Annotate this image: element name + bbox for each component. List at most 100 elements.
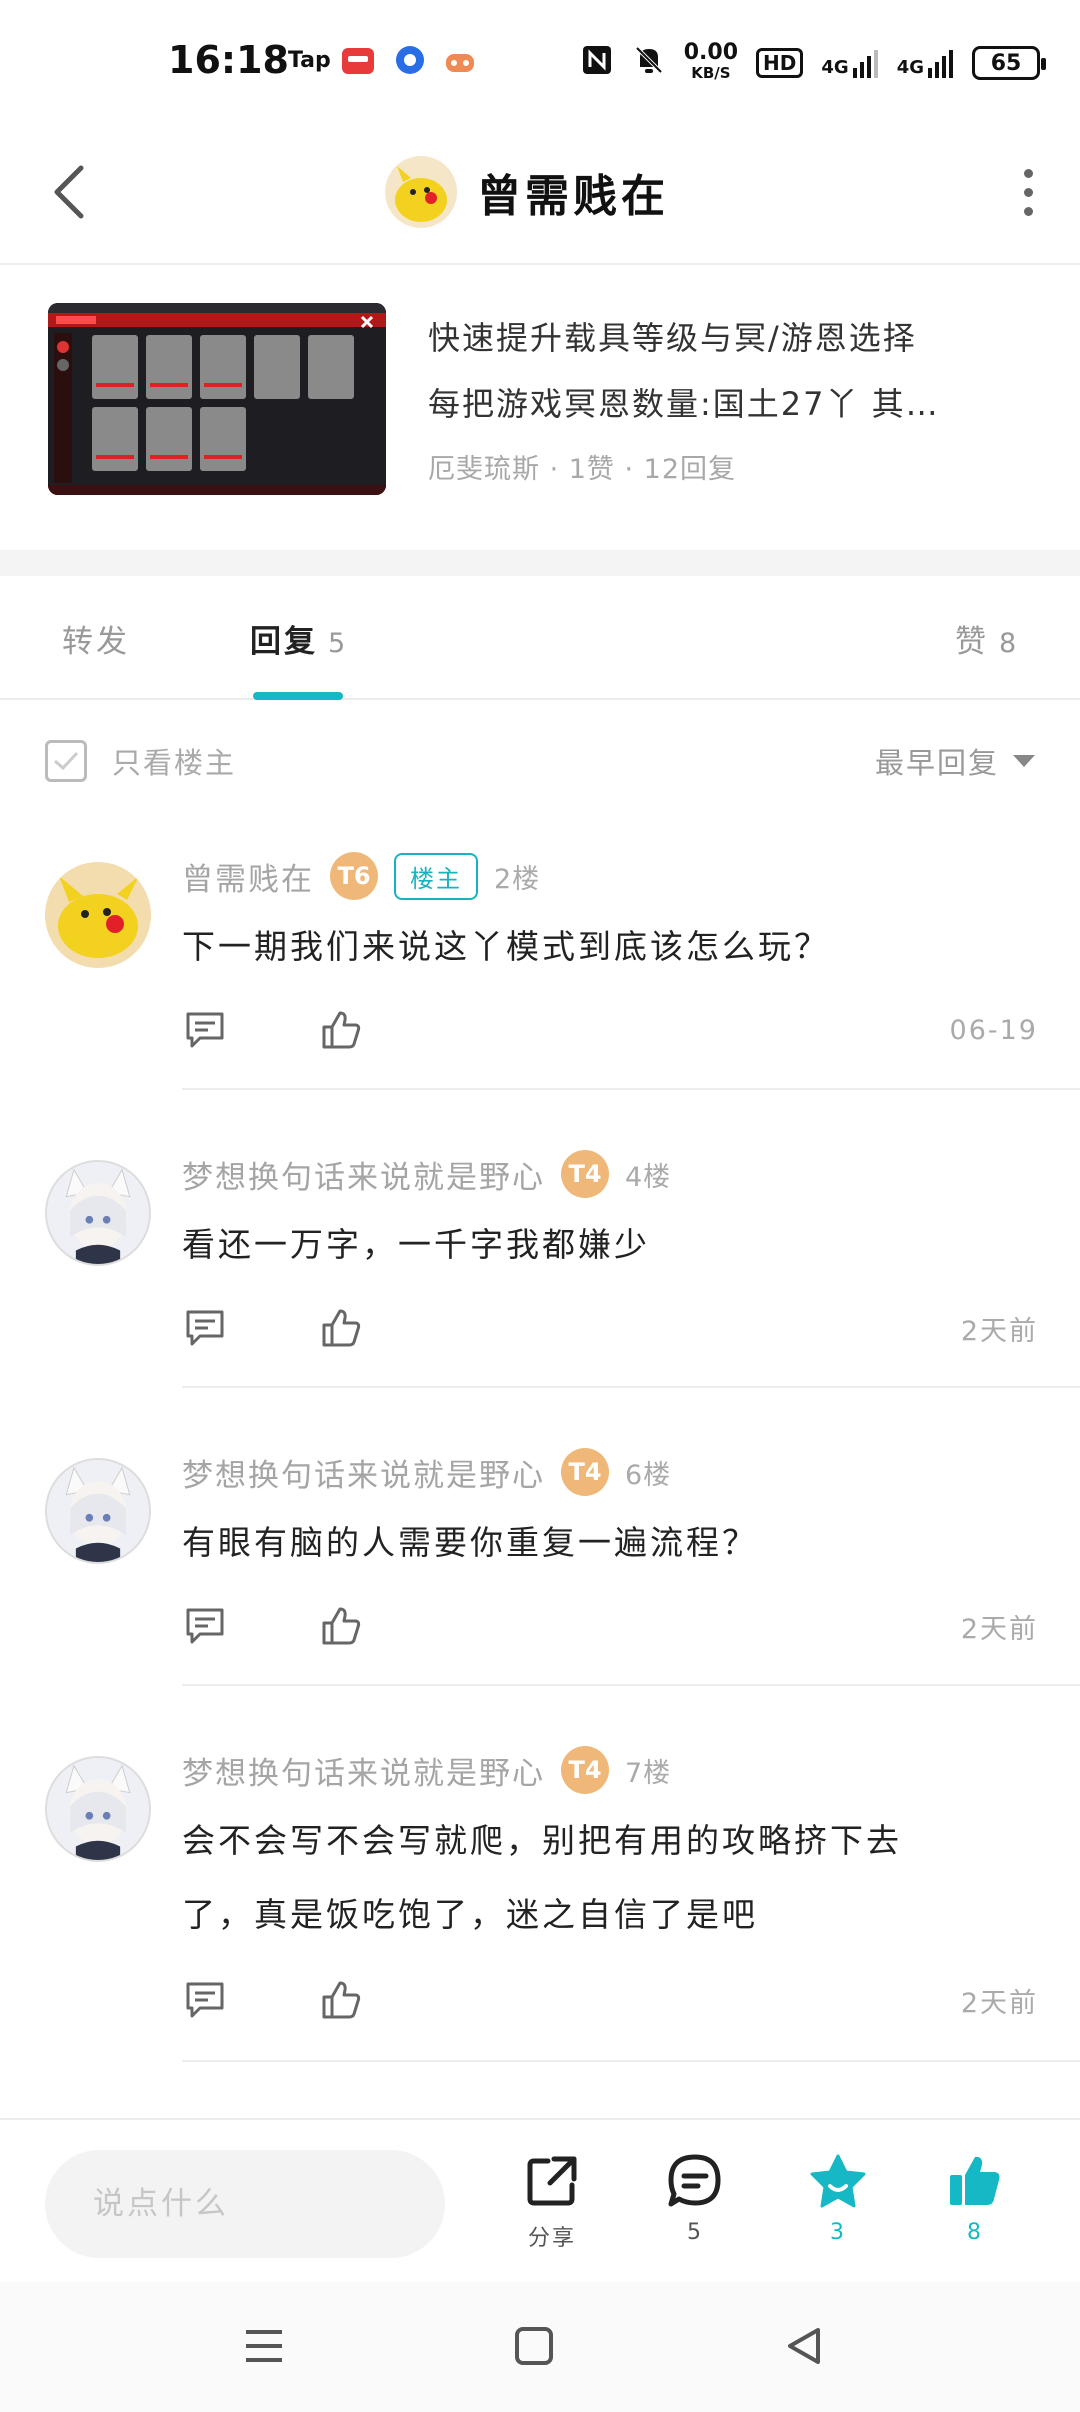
- comment-time: 06-19: [949, 1014, 1038, 1046]
- divider: [182, 1684, 1080, 1686]
- check-icon: [54, 751, 79, 771]
- sort-dropdown[interactable]: 最早回复: [875, 740, 1035, 782]
- back-nav-button[interactable]: [772, 2314, 836, 2378]
- recent-apps-button[interactable]: [232, 2314, 296, 2378]
- level-badge: T4: [561, 1448, 609, 1496]
- comments-button[interactable]: 5: [640, 2150, 750, 2260]
- commenter-name[interactable]: 梦想换句话来说就是野心: [182, 1450, 545, 1495]
- post-title-line-1: 快速提升载具等级与冥/游恩选择: [428, 319, 917, 357]
- tab-replies-label: 回复: [250, 624, 318, 660]
- favorite-button[interactable]: 3: [783, 2150, 893, 2260]
- only-owner-label[interactable]: 只看楼主: [112, 740, 236, 782]
- star-icon: [807, 2150, 869, 2212]
- chat-bubble-icon: [664, 2150, 726, 2212]
- comment-item: 梦想换句话来说就是野心 T4 4楼 看还一万字，一千字我都嫌少 2天前: [0, 1120, 1080, 1388]
- comment-header: 梦想换句话来说就是野心 T4 6楼: [182, 1448, 671, 1496]
- mute-icon: [632, 43, 666, 83]
- more-dot: [1023, 187, 1033, 197]
- signal-bars-icon: [928, 50, 953, 78]
- thumbs-up-icon: [322, 1981, 361, 2019]
- commenter-avatar[interactable]: [45, 1756, 151, 1862]
- post-meta: 厄斐琉斯 · 1赞 · 12回复: [428, 454, 737, 485]
- author-name[interactable]: 曾需贱在: [477, 160, 669, 224]
- battery-icon: 65: [972, 46, 1046, 80]
- only-owner-checkbox[interactable]: [45, 740, 87, 782]
- like-button[interactable]: [318, 1007, 364, 1053]
- post-title-line-2: 每把游戏冥恩数量:国土27丫 其…: [428, 385, 940, 423]
- hd-icon: HD: [756, 48, 804, 78]
- post-thumbnail[interactable]: [48, 303, 386, 495]
- reply-button[interactable]: [182, 1305, 228, 1351]
- thumbs-up-filled-icon: [944, 2150, 1006, 2212]
- author-avatar[interactable]: [385, 156, 457, 228]
- commenter-avatar[interactable]: [45, 862, 151, 968]
- comment-item: 曾需贱在 T6 楼主 2楼 下一期我们来说这丫模式到底该怎么玩？ 06-19: [0, 822, 1080, 1090]
- comment-body[interactable]: 看还一万字，一千字我都嫌少: [182, 1208, 1032, 1282]
- back-button[interactable]: [38, 152, 98, 232]
- thumbs-up-icon: [322, 1309, 361, 1347]
- bottom-action-bar: 分享 5 3 8: [0, 2118, 1080, 2282]
- game-notification-icon: [444, 48, 476, 82]
- post-summary[interactable]: 快速提升载具等级与冥/游恩选择 每把游戏冥恩数量:国土27丫 其… 厄斐琉斯 ·…: [428, 305, 1038, 486]
- like-post-button[interactable]: 8: [920, 2150, 1030, 2260]
- comment-actions: 06-19: [182, 1002, 1038, 1058]
- caret-down-icon: [1013, 755, 1035, 767]
- tab-bar: 转发 回复 5 赞8: [0, 576, 1080, 700]
- commenter-name[interactable]: 曾需贱在: [182, 854, 314, 899]
- home-button[interactable]: [502, 2314, 566, 2378]
- chevron-left-icon: [54, 165, 84, 219]
- thumbs-up-icon: [322, 1607, 361, 1645]
- commenter-name[interactable]: 梦想换句话来说就是野心: [182, 1152, 545, 1197]
- more-dot: [1023, 206, 1033, 216]
- comment-bubble-icon: [186, 1608, 224, 1644]
- divider: [182, 1088, 1080, 1090]
- tab-replies[interactable]: 回复 5: [250, 616, 348, 661]
- comment-bubble-icon: [186, 1012, 224, 1048]
- level-badge: T4: [561, 1746, 609, 1794]
- status-bar: 16:18 Tap 0.00 KB/S HD 4G 4G 65: [0, 0, 1080, 120]
- author-info[interactable]: 曾需贱在: [385, 142, 669, 242]
- comment-line: 下一期我们来说这丫模式到底该怎么玩？: [182, 927, 830, 966]
- divider: [182, 2060, 1080, 2062]
- referenced-post-card[interactable]: 快速提升载具等级与冥/游恩选择 每把游戏冥恩数量:国土27丫 其… 厄斐琉斯 ·…: [0, 265, 1080, 550]
- game-screenshot-image: [48, 303, 386, 495]
- reply-button[interactable]: [182, 1603, 228, 1649]
- comment-input-container[interactable]: [45, 2150, 445, 2258]
- comment-input[interactable]: [45, 2150, 445, 2258]
- like-button[interactable]: [318, 1603, 364, 1649]
- more-options-button[interactable]: [998, 152, 1058, 232]
- triangle-back-icon: [788, 2328, 820, 2364]
- like-count: 8: [967, 2220, 983, 2245]
- comment-body[interactable]: 下一期我们来说这丫模式到底该怎么玩？: [182, 910, 1032, 984]
- signal-4g-2: 4G: [897, 48, 954, 78]
- commenter-avatar[interactable]: [45, 1160, 151, 1266]
- reply-button[interactable]: [182, 1007, 228, 1053]
- share-icon: [521, 2150, 583, 2212]
- level-badge: T6: [330, 852, 378, 900]
- comment-body[interactable]: 有眼有脑的人需要你重复一遍流程？: [182, 1506, 1032, 1580]
- more-dot: [1023, 168, 1033, 178]
- commenter-name[interactable]: 梦想换句话来说就是野心: [182, 1748, 545, 1793]
- share-button[interactable]: 分享: [497, 2150, 607, 2260]
- reply-button[interactable]: [182, 1977, 228, 2023]
- floor-number: 2楼: [494, 863, 541, 895]
- share-label: 分享: [527, 2226, 576, 2251]
- comment-bubble-icon: [186, 1982, 224, 2018]
- sort-label: 最早回复: [874, 746, 999, 780]
- tab-repost[interactable]: 转发: [62, 616, 130, 661]
- like-button[interactable]: [318, 1305, 364, 1351]
- commenter-avatar[interactable]: [45, 1458, 151, 1564]
- comment-line: 有眼有脑的人需要你重复一遍流程？: [182, 1523, 758, 1562]
- taptap-status-icon: Tap: [288, 48, 331, 73]
- tab-replies-count: 5: [328, 628, 349, 659]
- like-button[interactable]: [318, 1977, 364, 2023]
- floor-number: 4楼: [625, 1161, 672, 1193]
- floor-number: 6楼: [625, 1459, 672, 1491]
- comment-body[interactable]: 会不会写不会写就爬，别把有用的攻略挤下去 了，真是饭吃饱了，迷之自信了是吧: [182, 1804, 1032, 1952]
- comment-header: 曾需贱在 T6 楼主 2楼: [182, 852, 540, 900]
- network-speed: 0.00 KB/S: [683, 40, 739, 83]
- signal-bars-icon: [852, 50, 878, 78]
- comment-actions: 2天前: [182, 1300, 1038, 1356]
- tab-likes[interactable]: 赞8: [955, 616, 1019, 661]
- app-notification-icon: [340, 44, 376, 86]
